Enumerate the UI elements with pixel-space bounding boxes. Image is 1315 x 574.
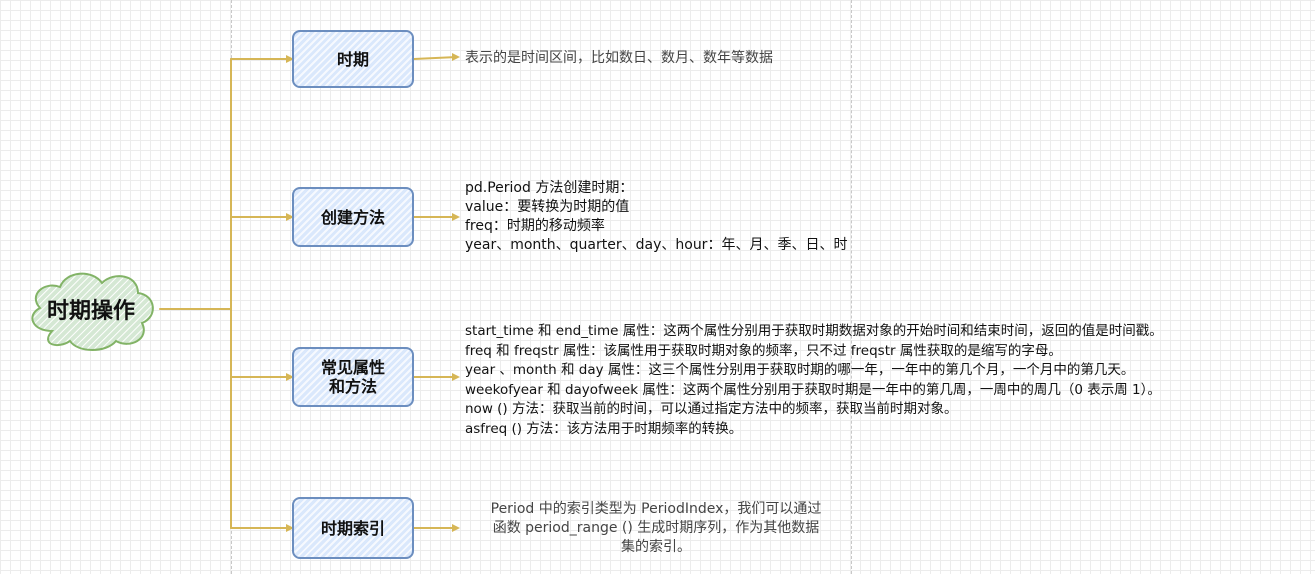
branch-label: 常见属性 和方法 xyxy=(321,358,385,396)
branch-node-period-index: 时期索引 xyxy=(292,497,414,559)
branch-node-period: 时期 xyxy=(292,30,414,88)
branch-node-attributes-methods: 常见属性 和方法 xyxy=(292,347,414,407)
branch-label-line: 常见属性 xyxy=(320,358,385,377)
arrowhead xyxy=(452,213,460,221)
description-line: weekofyear 和 dayofweek 属性：这两个属性分别用于获取时期是… xyxy=(465,381,1161,398)
description-period-index: Period 中的索引类型为 PeriodIndex，我们可以通过 函数 per… xyxy=(462,500,850,557)
description-line: now () 方法：获取当前的时间，可以通过指定方法中的频率，获取当前时期对象。 xyxy=(465,401,958,418)
description-period: 表示的是时间区间，比如数日、数月、数年等数据 xyxy=(465,49,773,68)
description-line: year、month、quarter、day、hour：年、月、季、日、时 xyxy=(465,237,848,253)
description-line: asfreq () 方法：该方法用于时期频率的转换。 xyxy=(465,420,743,437)
connector-lines xyxy=(159,53,460,532)
description-line: Period 中的索引类型为 PeriodIndex，我们可以通过 xyxy=(490,501,822,517)
description-line: 函数 period_range () 生成时期序列，作为其他数据 xyxy=(492,520,820,536)
arrowhead xyxy=(452,524,460,532)
arrowhead xyxy=(452,373,460,381)
description-attributes-methods: start_time 和 end_time 属性：这两个属性分别用于获取时期数据… xyxy=(465,322,1163,440)
arrowhead xyxy=(452,53,460,61)
connector-branch-1-desc xyxy=(413,56,458,60)
branch-label-line: 和方法 xyxy=(328,377,377,396)
branch-label: 创建方法 xyxy=(320,207,385,227)
description-line: 集的索引。 xyxy=(621,539,691,555)
description-line: freq：时期的移动频率 xyxy=(465,218,605,234)
description-line: pd.Period 方法创建时期： xyxy=(465,180,634,196)
description-line: year 、month 和 day 属性：这三个属性分别用于获取时期的哪一年，一… xyxy=(465,362,1135,379)
description-line: start_time 和 end_time 属性：这两个属性分别用于获取时期数据… xyxy=(465,323,1163,339)
description-line: value：要转换为时期的值 xyxy=(465,199,630,215)
branch-node-create-methods: 创建方法 xyxy=(292,187,414,247)
branch-label: 时期 xyxy=(336,49,369,69)
description-create-methods: pd.Period 方法创建时期： value：要转换为时期的值 freq：时期… xyxy=(465,179,847,255)
root-node-label: 时期操作 xyxy=(46,299,135,324)
branch-label: 时期索引 xyxy=(320,518,385,538)
description-line: 表示的是时间区间，比如数日、数月、数年等数据 xyxy=(465,50,773,66)
description-line: freq 和 freqstr 属性：该属性用于获取时期对象的频率，只不过 fre… xyxy=(465,342,1062,359)
